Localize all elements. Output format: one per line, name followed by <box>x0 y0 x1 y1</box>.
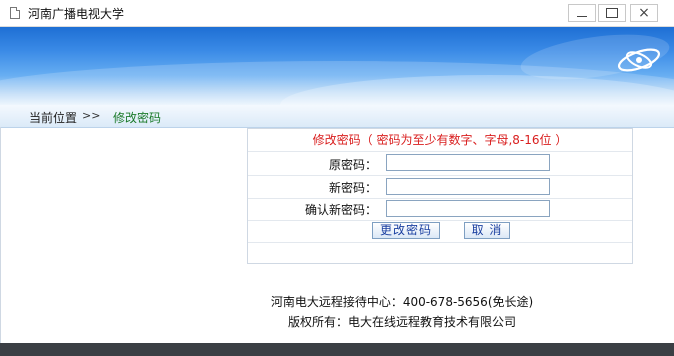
breadcrumb-label: 当前位置 <box>29 111 78 125</box>
new-password-label: 新密码： <box>328 181 377 195</box>
header-banner <box>0 27 674 105</box>
breadcrumb-separator: >> <box>82 109 101 122</box>
form-row-new-password: 新密码： <box>248 175 632 199</box>
window-titlebar: 河南广播电视大学 × <box>0 0 674 27</box>
content-left-border <box>0 127 1 343</box>
old-password-input[interactable] <box>386 154 550 171</box>
ring-logo-icon <box>617 48 661 72</box>
window-title: 河南广播电视大学 <box>28 7 125 21</box>
confirm-password-label: 确认新密码： <box>304 203 377 217</box>
footer-copyright: 版权所有：电大在线远程教育技术有限公司 <box>287 315 516 329</box>
new-password-input[interactable] <box>386 178 550 195</box>
form-row-confirm-password: 确认新密码： <box>248 198 632 221</box>
breadcrumb-current: 修改密码 <box>113 111 162 125</box>
close-button[interactable]: × <box>630 4 658 22</box>
bottom-bar <box>0 343 674 356</box>
confirm-password-input[interactable] <box>386 200 550 217</box>
form-row-actions: 更改密码 取 消 <box>248 220 632 243</box>
old-password-label: 原密码： <box>328 158 377 172</box>
maximize-button[interactable] <box>598 4 626 22</box>
breadcrumb: 当前位置 >> 修改密码 <box>0 105 674 128</box>
form-row-old-password: 原密码： <box>248 151 632 176</box>
change-password-form: 修改密码（ 密码为至少有数字、字母,8-16位 ） 原密码： 新密码： 确认新密… <box>247 128 633 264</box>
footer-contact: 河南电大远程接待中心：400-678-5656(免长途) <box>270 295 534 309</box>
form-heading: 修改密码（ 密码为至少有数字、字母,8-16位 ） <box>248 129 632 152</box>
change-password-button[interactable]: 更改密码 <box>372 222 440 239</box>
document-icon <box>10 7 20 19</box>
cancel-button[interactable]: 取 消 <box>464 222 510 239</box>
minimize-button[interactable] <box>568 4 596 22</box>
